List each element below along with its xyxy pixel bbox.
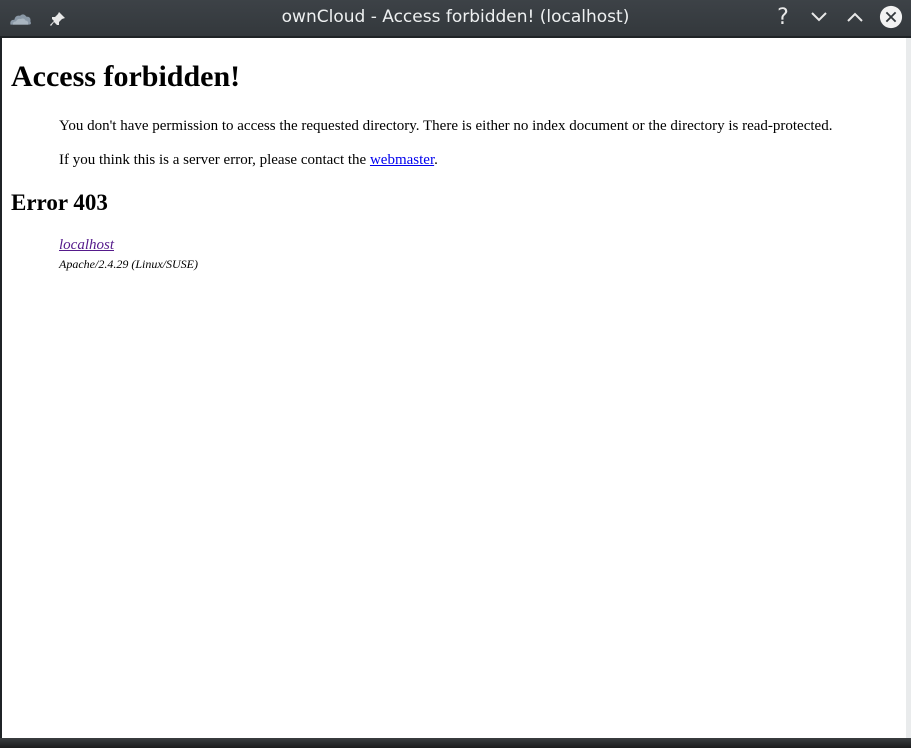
server-address: localhost Apache/2.4.29 (Linux/SUSE)	[59, 237, 198, 272]
error-code-heading: Error 403	[11, 190, 108, 215]
owncloud-cloud-icon[interactable]	[8, 6, 32, 32]
help-glyph: ?	[777, 4, 789, 30]
error-description: You don't have permission to access the …	[59, 118, 833, 134]
page-content: Access forbidden! You don't have permiss…	[2, 38, 906, 738]
chevron-up-icon[interactable]	[843, 4, 867, 30]
window-right-border	[906, 38, 911, 738]
pin-icon[interactable]	[46, 6, 70, 32]
title-bar[interactable]: ownCloud - Access forbidden! (localhost)…	[0, 0, 911, 36]
contact-paragraph: If you think this is a server error, ple…	[59, 152, 438, 169]
localhost-link[interactable]: localhost	[59, 237, 198, 254]
close-icon[interactable]	[879, 4, 903, 30]
page-title: Access forbidden!	[11, 60, 241, 93]
window-bottom-border	[0, 738, 911, 748]
browser-window: ownCloud - Access forbidden! (localhost)…	[0, 0, 911, 748]
chevron-down-icon[interactable]	[807, 4, 831, 30]
help-icon[interactable]: ?	[771, 4, 795, 30]
webmaster-link[interactable]: webmaster	[370, 152, 434, 168]
contact-text-end: .	[434, 152, 438, 168]
contact-text: If you think this is a server error, ple…	[59, 152, 370, 168]
server-signature: Apache/2.4.29 (Linux/SUSE)	[59, 257, 198, 271]
